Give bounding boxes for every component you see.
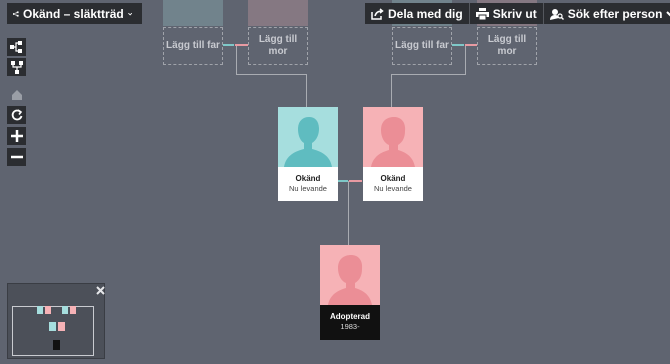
connector [236,46,237,75]
close-icon[interactable] [96,286,105,295]
person-status: Nu levande [374,184,412,193]
zoom-out-button[interactable] [7,148,26,166]
person-card-mother[interactable]: Okänd Nu levande [363,107,423,201]
minimap-node [70,306,76,314]
add-mother-box-maternal[interactable]: Lägg till mor [477,27,537,65]
partner-link [235,44,248,46]
connector [465,46,466,75]
ghost-card-grandfather [163,0,223,26]
vertical-tree-icon [10,60,23,74]
add-father-label: Lägg till far [166,40,220,51]
minimap-node [62,306,68,314]
add-mother-box[interactable]: Lägg till mor [248,27,308,65]
add-father-label: Lägg till far [395,40,449,51]
person-name: Okänd [295,174,321,183]
chevron-down-icon [127,12,132,15]
tree-title-dropdown[interactable]: Okänd – släktträd [7,3,142,24]
tree-icon [13,10,19,17]
male-avatar-icon [278,107,338,167]
partner-link [452,44,464,46]
share-icon [371,7,384,20]
ghost-card-grandmother [248,0,308,26]
minimap-node [53,340,60,350]
share-label: Dela med dig [388,6,463,21]
search-person-button[interactable]: Sök efter person [543,3,670,24]
connector [348,181,349,245]
connector [391,74,392,108]
person-card-father[interactable]: Okänd Nu levande [278,107,338,201]
plus-icon [10,130,23,142]
partner-link [223,44,234,46]
share-button[interactable]: Dela med dig [365,3,470,24]
add-mother-label-2: mor [497,46,517,57]
connector [391,74,466,75]
vertical-layout-button[interactable] [7,58,26,76]
top-toolbar: Dela med dig Skriv ut Sök efter person [365,3,670,24]
home-button[interactable] [7,86,26,104]
connector [236,74,307,75]
person-name: Adopterad [330,312,370,321]
refresh-icon [11,109,22,121]
minus-icon [10,155,23,159]
add-mother-label: Lägg till [258,34,298,45]
person-status: Nu levande [289,184,327,193]
home-icon [11,90,22,100]
person-years: 1983- [340,322,360,331]
partner-link [349,180,362,182]
print-label: Skriv ut [492,6,537,21]
add-father-box-maternal[interactable]: Lägg till far [392,27,452,65]
reset-button[interactable] [7,106,26,124]
female-avatar-icon [363,107,423,167]
partner-link [337,180,348,182]
tree-title: Okänd – släktträd [23,6,124,21]
minimap-node [49,322,56,331]
add-mother-label: Lägg till [487,34,527,45]
zoom-in-button[interactable] [7,127,26,145]
minimap-node [37,306,43,314]
person-name: Okänd [380,174,406,183]
person-card-child[interactable]: Adopterad 1983- [320,245,380,340]
add-mother-label-2: mor [268,46,288,57]
partner-link [465,44,477,46]
minimap-node [45,306,51,314]
horizontal-tree-icon [10,41,22,53]
horizontal-layout-button[interactable] [7,38,26,56]
minimap[interactable] [7,283,105,359]
connector [306,74,307,108]
minimap-node [58,322,65,331]
print-button[interactable]: Skriv ut [469,3,544,24]
search-person-label: Sök efter person [567,6,663,21]
female-avatar-icon [320,245,380,305]
add-father-box[interactable]: Lägg till far [163,27,223,65]
chevron-down-icon [666,10,670,16]
person-search-icon [549,8,564,20]
printer-icon [475,7,489,20]
